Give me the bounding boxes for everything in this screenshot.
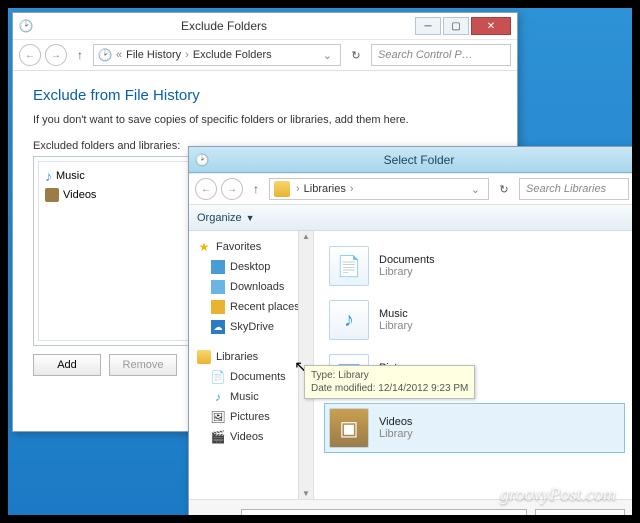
breadcrumb[interactable]: › Libraries › ⌄ — [269, 178, 489, 200]
main-pane: 📄 DocumentsLibrary ♪ MusicLibrary 🖼 Pict… — [314, 231, 632, 499]
nav-item-skydrive[interactable]: ☁SkyDrive — [189, 317, 313, 337]
remove-button[interactable]: Remove — [109, 354, 177, 376]
recent-icon — [211, 300, 225, 314]
excluded-list-frame: ♪ Music Videos — [33, 156, 213, 346]
library-documents[interactable]: 📄 DocumentsLibrary — [324, 241, 625, 291]
tooltip: Type: Library Date modified: 12/14/2012 … — [314, 365, 475, 399]
chevron-icon: › — [183, 49, 191, 61]
folder-input[interactable] — [241, 509, 527, 516]
library-videos[interactable]: ▣ VideosLibrary — [324, 403, 625, 453]
history-icon: 🕑 — [98, 48, 112, 62]
breadcrumb[interactable]: 🕑 « File History › Exclude Folders ⌄ — [93, 44, 341, 66]
window-title: Exclude Folders — [33, 19, 415, 33]
libraries-icon — [197, 350, 211, 364]
breadcrumb-item[interactable]: File History — [126, 49, 181, 61]
up-button[interactable]: ↑ — [247, 180, 265, 198]
chevron-icon: › — [348, 183, 356, 195]
video-icon — [45, 188, 59, 202]
item-label: Music — [56, 170, 85, 182]
app-icon: 🕑 — [19, 19, 33, 33]
nav-favorites[interactable]: ★Favorites — [189, 237, 313, 257]
pictures-icon: 🖼 — [211, 410, 225, 424]
minimize-button[interactable]: ─ — [415, 17, 441, 35]
breadcrumb-dropdown-icon[interactable]: ⌄ — [467, 183, 484, 196]
forward-button[interactable]: → — [45, 44, 67, 66]
app-icon: 🕑 — [195, 153, 209, 167]
skydrive-icon: ☁ — [211, 320, 225, 334]
desktop-icon — [211, 260, 225, 274]
breadcrumb-dropdown-icon[interactable]: ⌄ — [319, 49, 336, 62]
chevron-icon: › — [294, 183, 302, 195]
organize-bar: Organize ▼ — [189, 205, 632, 231]
up-button[interactable]: ↑ — [71, 46, 89, 64]
back-button[interactable]: ← — [19, 44, 41, 66]
forward-button[interactable]: → — [221, 178, 243, 200]
nav-item-videos[interactable]: 🎬Videos — [189, 427, 313, 447]
titlebar: 🕑 Exclude Folders ─ ▢ ✕ — [13, 13, 517, 39]
select-folder-button[interactable]: Select Folder — [535, 509, 625, 516]
dropdown-icon: ▼ — [246, 213, 255, 223]
explorer-body: ★Favorites Desktop Downloads Recent plac… — [189, 231, 632, 499]
refresh-button[interactable]: ↻ — [345, 44, 367, 66]
star-icon: ★ — [197, 240, 211, 254]
videos-icon: 🎬 — [211, 430, 225, 444]
watermark: groovyPost.com — [500, 484, 616, 505]
select-folder-window: 🕑 Select Folder ← → ↑ › Libraries › ⌄ ↻ … — [188, 146, 632, 515]
nav-item-desktop[interactable]: Desktop — [189, 257, 313, 277]
nav-item-recent[interactable]: Recent places — [189, 297, 313, 317]
page-headline: Exclude from File History — [33, 87, 497, 104]
desktop: 🕑 Exclude Folders ─ ▢ ✕ ← → ↑ 🕑 « File H… — [8, 8, 632, 515]
library-music[interactable]: ♪ MusicLibrary — [324, 295, 625, 345]
libraries-icon — [274, 181, 290, 197]
refresh-button[interactable]: ↻ — [493, 178, 515, 200]
titlebar[interactable]: 🕑 Select Folder — [189, 147, 632, 173]
breadcrumb-item[interactable]: Exclude Folders — [193, 49, 272, 61]
nav-toolbar: ← → ↑ 🕑 « File History › Exclude Folders… — [13, 39, 517, 71]
maximize-button[interactable]: ▢ — [443, 17, 469, 35]
videos-icon: ▣ — [329, 408, 369, 448]
add-button[interactable]: Add — [33, 354, 101, 376]
window-title: Select Folder — [209, 153, 629, 167]
music-icon: ♪ — [45, 168, 52, 184]
search-input[interactable]: Search Control P… — [371, 44, 511, 66]
list-item[interactable]: ♪ Music — [43, 166, 203, 186]
list-item[interactable]: Videos — [43, 186, 203, 204]
folder-label: Folder: — [199, 514, 233, 516]
documents-icon: 📄 — [329, 246, 369, 286]
nav-item-downloads[interactable]: Downloads — [189, 277, 313, 297]
nav-item-music[interactable]: ♪Music — [189, 387, 313, 407]
excluded-list[interactable]: ♪ Music Videos — [38, 161, 208, 341]
search-input[interactable]: Search Libraries — [519, 178, 629, 200]
music-icon: ♪ — [329, 300, 369, 340]
nav-item-pictures[interactable]: 🖼Pictures — [189, 407, 313, 427]
music-icon: ♪ — [211, 390, 225, 404]
item-label: Videos — [63, 189, 96, 201]
breadcrumb-item[interactable]: Libraries — [304, 183, 346, 195]
page-description: If you don't want to save copies of spec… — [33, 114, 497, 126]
downloads-icon — [211, 280, 225, 294]
close-button[interactable]: ✕ — [471, 17, 511, 35]
back-button[interactable]: ← — [195, 178, 217, 200]
nav-toolbar: ← → ↑ › Libraries › ⌄ ↻ Search Libraries — [189, 173, 632, 205]
organize-button[interactable]: Organize — [197, 212, 242, 224]
chevron-icon: « — [114, 49, 124, 61]
documents-icon: 📄 — [211, 370, 225, 384]
